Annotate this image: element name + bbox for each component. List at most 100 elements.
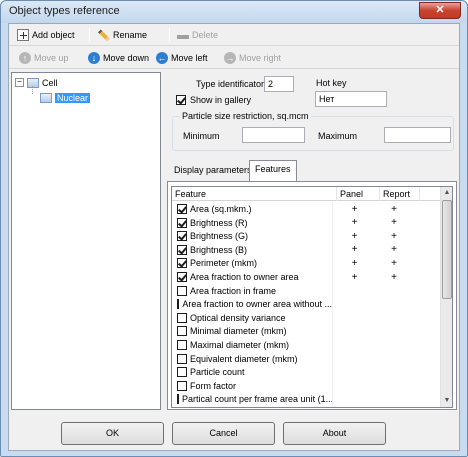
checkbox-checked-icon[interactable] [177,258,187,269]
table-row[interactable]: Particle count [172,365,440,380]
feature-cell: Particle count [172,365,333,380]
checkbox-unchecked-icon[interactable] [177,299,180,310]
report-cell[interactable]: + [376,204,412,215]
arrow-right-icon: → [224,52,236,64]
rename-label: Rename [113,30,148,40]
feature-label: Partical count per frame area unit (1... [182,394,333,405]
report-cell[interactable]: + [376,258,412,269]
checkbox-checked-icon[interactable] [177,244,187,255]
move-down-label: Move down [103,53,150,63]
toolbar-separator [89,28,90,42]
object-tree[interactable]: − Cell Nuclear [11,72,161,410]
tree-node-cell[interactable]: − Cell [15,76,58,89]
table-row[interactable]: Area fraction to owner area without ... [172,297,440,312]
move-left-button[interactable]: ← Move left [156,50,208,66]
feature-cell: Equivalent diameter (mkm) [172,351,333,366]
table-row[interactable]: Brightness (R) + + [172,215,440,230]
table-row[interactable]: Equivalent diameter (mkm) [172,351,440,366]
close-button[interactable]: ✕ [419,2,461,19]
feature-label: Brightness (R) [190,217,248,228]
checkbox-unchecked-icon[interactable] [177,367,187,378]
feature-label: Area fraction to owner area without ... [182,299,332,310]
checkbox-unchecked-icon[interactable] [177,326,187,337]
checkbox-unchecked-icon[interactable] [177,340,187,350]
rename-button[interactable]: Rename [97,27,148,43]
tab-features[interactable]: Features [249,160,297,181]
feature-label: Perimeter (mkm) [190,258,257,269]
report-cell[interactable]: + [376,272,412,283]
header-report[interactable]: Report [380,187,420,201]
scroll-up-icon[interactable]: ▲ [441,187,452,199]
delete-label: Delete [192,30,219,40]
checkbox-checked-icon[interactable] [177,217,187,228]
checkbox-unchecked-icon[interactable] [177,353,187,364]
table-row[interactable]: Area fraction in frame [172,283,440,298]
table-row[interactable]: Minimal diameter (mkm) [172,324,440,339]
panel-cell[interactable]: + [333,272,376,283]
checkbox-checked-icon[interactable] [177,272,187,282]
table-row[interactable]: Brightness (G) + + [172,229,440,244]
maximum-input[interactable] [384,127,451,143]
move-up-button[interactable]: ↑ Move up [19,50,69,66]
header-feature[interactable]: Feature [172,187,337,201]
feature-cell: Area fraction to owner area without ... [172,297,333,312]
ok-button[interactable]: OK [61,422,164,445]
table-row[interactable]: Partical count per frame area unit (1... [172,392,440,407]
table-row[interactable]: Perimeter (mkm) + + [172,256,440,271]
report-cell[interactable]: + [376,231,412,242]
checkbox-unchecked-icon[interactable] [177,394,179,405]
panel-cell[interactable]: + [333,217,376,228]
add-object-button[interactable]: Add object [17,27,75,43]
table-row[interactable]: Maximal diameter (mkm) [172,338,440,352]
checkbox-unchecked-icon[interactable] [177,380,187,391]
panel-cell[interactable]: + [333,244,376,255]
checkbox-unchecked-icon[interactable] [177,312,187,323]
table-row[interactable]: Count per frame area unit (1/sq.mkm) [172,406,440,407]
tree-node-nuclear[interactable]: Nuclear [40,91,91,104]
report-cell[interactable]: + [376,244,412,255]
features-grid[interactable]: Feature Panel Report Area (sq.mkm.) + + Bri… [171,186,453,408]
vertical-scrollbar[interactable]: ▲ ▼ [440,187,452,407]
table-row[interactable]: Form factor [172,378,440,393]
grid-header: Feature Panel Report [172,187,452,201]
table-row[interactable]: Optical density variance [172,310,440,325]
type-id-input[interactable] [264,76,294,92]
checkbox-checked-icon[interactable] [177,231,187,242]
feature-cell: Area fraction to owner area [172,270,333,284]
panel-cell[interactable]: + [333,204,376,215]
hotkey-input[interactable] [315,91,387,107]
checkbox-unchecked-icon[interactable] [177,285,187,296]
table-row[interactable]: Brightness (B) + + [172,242,440,257]
tree-node-label: Cell [42,77,58,88]
table-row[interactable]: Area (sq.mkm.) + + [172,202,440,216]
feature-cell: Partical count per frame area unit (1... [172,392,333,407]
collapse-toggle-icon[interactable]: − [15,78,24,87]
move-down-button[interactable]: ↓ Move down [88,50,149,66]
feature-label: Brightness (G) [190,231,249,242]
panel-cell[interactable]: + [333,258,376,269]
window-title: Object types reference [9,5,120,17]
scroll-down-icon[interactable]: ▼ [441,395,452,407]
header-panel[interactable]: Panel [337,187,380,201]
size-restriction-group: Particle size restriction, sq.mcm Minimu… [172,111,454,151]
move-right-button[interactable]: → Move right [224,50,281,66]
checkbox-checked-icon [176,95,186,105]
delete-button[interactable]: Delete [177,27,218,43]
show-gallery-checkbox[interactable]: Show in gallery [176,95,251,105]
toolbar-separator [169,28,170,42]
feature-label: Particle count [190,367,245,378]
about-button[interactable]: About [283,422,386,445]
feature-cell: Perimeter (mkm) [172,256,333,271]
panel-cell[interactable]: + [333,231,376,242]
minimum-input[interactable] [242,127,305,143]
scroll-thumb[interactable] [442,200,452,299]
table-row[interactable]: Area fraction to owner area + + [172,270,440,284]
object-types-window: Object types reference ✕ Add object Rena… [0,0,468,457]
title-bar[interactable]: Object types reference ✕ [1,1,467,23]
cancel-button[interactable]: Cancel [172,422,275,445]
report-cell[interactable]: + [376,217,412,228]
maximum-label: Maximum [318,131,358,141]
tree-node-label: Nuclear [55,92,91,103]
tab-display-parameters[interactable]: Display parameters [169,162,257,180]
checkbox-checked-icon[interactable] [177,204,187,214]
